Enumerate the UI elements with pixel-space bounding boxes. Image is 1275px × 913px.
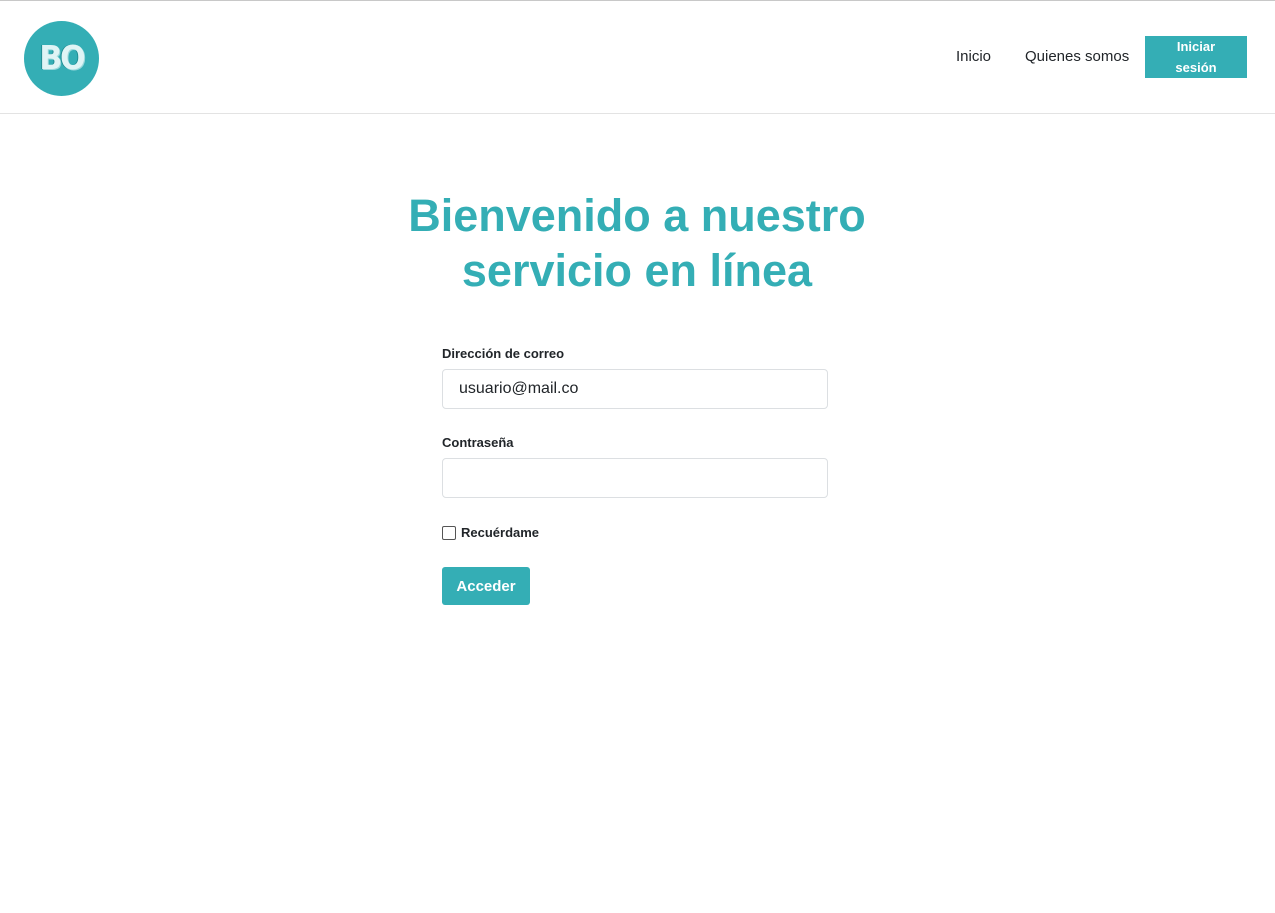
- remember-me-checkbox[interactable]: [442, 525, 456, 540]
- navbar: BO Inicio Quienes somos Iniciar sesión: [0, 1, 1275, 114]
- password-label: Contraseña: [442, 435, 514, 450]
- remember-me-row: Recuérdame: [442, 525, 539, 540]
- nav-link-home[interactable]: Inicio: [956, 48, 991, 65]
- logo-text: BO: [39, 39, 85, 78]
- brand-logo[interactable]: BO: [24, 21, 99, 96]
- submit-button[interactable]: Acceder: [442, 567, 530, 605]
- nav-link-about[interactable]: Quienes somos: [1025, 48, 1129, 65]
- email-label: Dirección de correo: [442, 346, 565, 361]
- page-title: Bienvenido a nuestro servicio en línea: [408, 190, 866, 296]
- remember-me-label[interactable]: Recuérdame: [461, 525, 539, 540]
- login-nav-button[interactable]: Iniciar sesión: [1145, 36, 1247, 78]
- password-field[interactable]: [442, 458, 828, 498]
- email-field[interactable]: [442, 369, 828, 409]
